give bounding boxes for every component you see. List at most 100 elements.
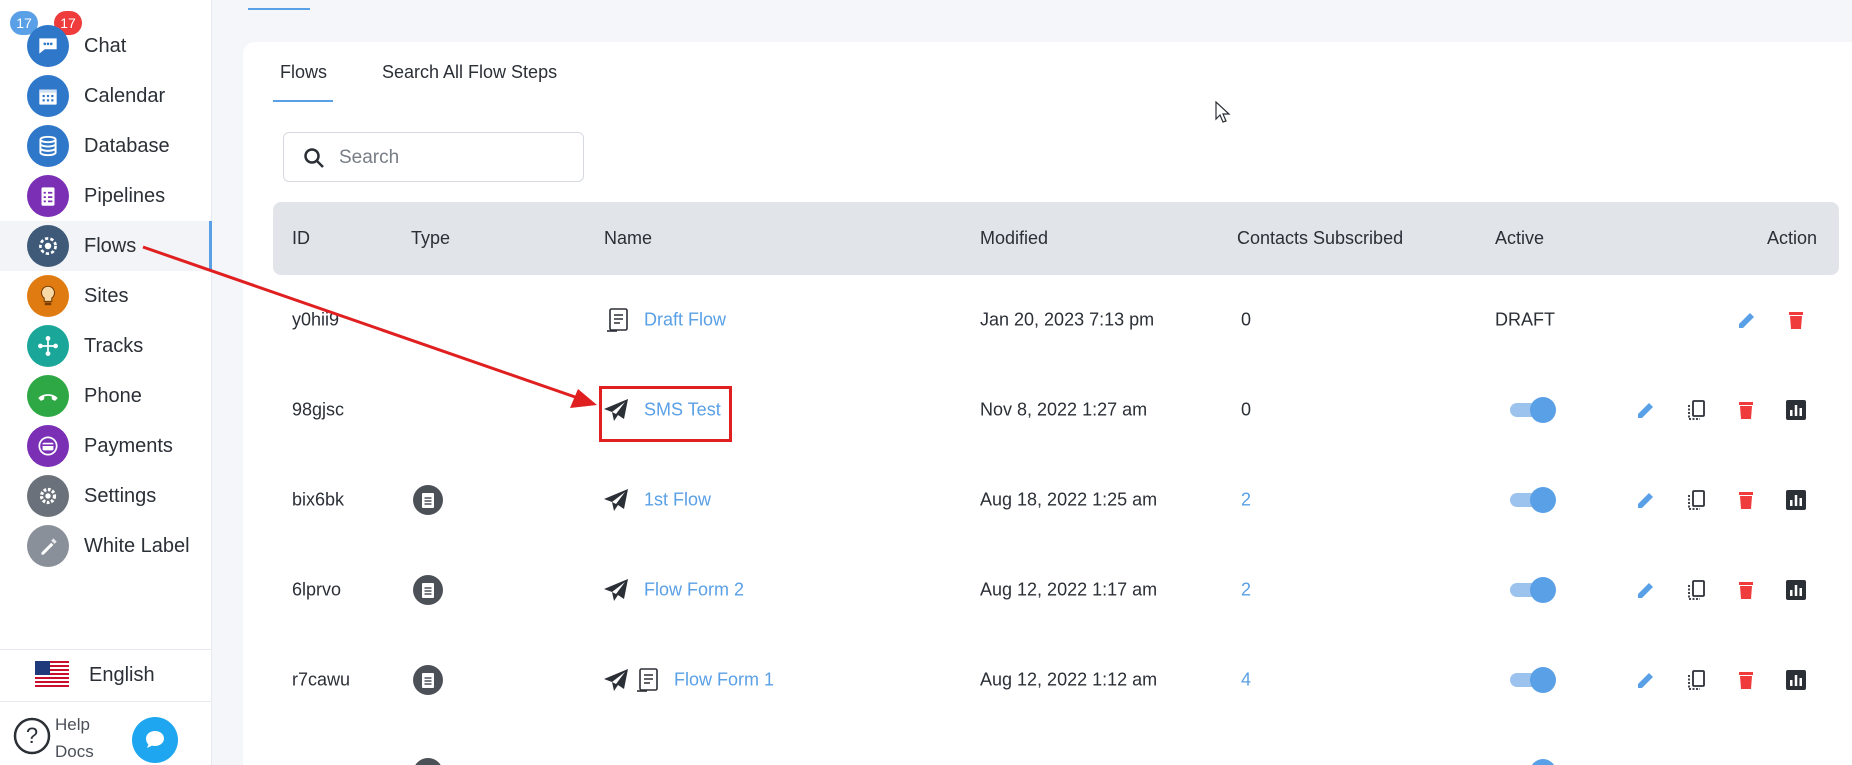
duplicate-button[interactable] [1683,577,1709,603]
modified-date: Aug 12, 2022 1:17 am [980,579,1158,600]
column-header-active[interactable]: Active [1495,228,1544,249]
edit-button[interactable] [1734,307,1760,333]
trash-icon [1739,402,1753,419]
sidebar-item-flows[interactable]: Flows [0,221,212,271]
flow-name-link[interactable]: Draft Flow [644,310,726,331]
stats-button[interactable] [1783,577,1809,603]
search-field[interactable] [283,132,584,182]
stats-button[interactable] [1783,397,1809,423]
active-toggle [1530,759,1556,765]
send-icon [604,579,628,601]
table-row: 6lprvo Flow Form 2 Aug 12, 2022 1:17 am … [273,545,1839,635]
delete-button[interactable] [1733,667,1759,693]
modified-date: Nov 8, 2022 1:27 am [980,399,1148,420]
sidebar-item-label: Sites [84,284,129,307]
delete-button[interactable] [1733,487,1759,513]
chat-launcher-button[interactable] [132,717,178,763]
column-header-id[interactable]: ID [292,228,310,249]
pencil-icon [1638,493,1653,508]
contacts-subscribed-link[interactable]: 4 [1241,670,1251,691]
delete-button[interactable] [1783,307,1809,333]
pencil-icon [1638,403,1653,418]
active-tab-underline [273,100,333,102]
form-type-icon [413,485,443,515]
settings-icon [27,475,69,517]
sidebar-item-database[interactable]: Database [0,121,212,171]
sidebar-item-label: Chat [84,34,127,57]
help-label: Help [55,715,90,734]
contacts-subscribed-link[interactable]: 2 [1241,490,1251,511]
form-type-icon [413,575,443,605]
send-icon [604,489,628,511]
active-toggle[interactable] [1510,487,1556,513]
flow-name-link[interactable]: Flow Form 1 [674,670,774,691]
flow-id: bix6bk [292,489,345,510]
table-row: r7cawu Flow Form 1 Aug 12, 2022 1:12 am … [273,635,1839,725]
contacts-subscribed: 0 [1241,399,1252,420]
sidebar-item-label: Settings [84,484,157,507]
flow-name-link[interactable]: Flow Form 2 [644,580,744,601]
edit-button[interactable] [1633,577,1659,603]
sidebar-item-label: Calendar [84,84,166,107]
table-row: bix6bk 1st Flow Aug 18, 2022 1:25 am 2 [273,455,1839,545]
flow-name-link[interactable]: 1st Flow [644,490,711,511]
sidebar-item-sites[interactable]: Sites [0,271,212,321]
bar-chart-icon [1786,400,1806,420]
sidebar-item-calendar[interactable]: Calendar [0,71,212,121]
copy-icon [1688,670,1705,690]
sidebar-item-tracks[interactable]: Tracks [0,321,212,371]
delete-button[interactable] [1733,577,1759,603]
flows-icon [27,225,69,267]
edit-button[interactable] [1633,667,1659,693]
phone-icon [27,375,69,417]
trash-icon [1739,672,1753,689]
duplicate-button[interactable] [1683,397,1709,423]
sidebar-item-white-label[interactable]: White Label [0,521,212,571]
table-row: y0hii9 Draft Flow Jan 20, 2023 7:13 pm 0… [273,275,1839,365]
column-header-modified[interactable]: Modified [980,228,1048,249]
duplicate-button[interactable] [1683,487,1709,513]
stats-button[interactable] [1783,667,1809,693]
stats-button[interactable] [1783,487,1809,513]
edit-button[interactable] [1633,397,1659,423]
pencil-icon [1638,673,1653,688]
sidebar-item-pipelines[interactable]: Pipelines [0,171,212,221]
form-icon [607,308,628,332]
column-header-action[interactable]: Action [1767,228,1817,249]
sidebar-item-label: White Label [84,534,190,557]
modified-date: Aug 12, 2022 1:12 am [980,669,1158,690]
draft-status: DRAFT [1495,309,1555,330]
top-tab-indicator [248,8,310,10]
contacts-subscribed-link[interactable]: 2 [1241,580,1251,601]
contacts-subscribed: 0 [1241,309,1252,330]
sidebar-item-label: Tracks [84,334,144,357]
active-toggle[interactable] [1510,577,1556,603]
send-icon [604,669,628,691]
pipelines-icon [27,175,69,217]
flow-id: y0hii9 [292,309,340,330]
column-header-name[interactable]: Name [604,228,652,249]
trash-icon [1739,582,1753,599]
sidebar-item-label: Database [84,134,170,157]
chat-bubble-icon [146,731,164,748]
tab-flows[interactable]: Flows [280,62,327,83]
search-input[interactable] [339,145,569,171]
pencil-icon [1739,313,1754,328]
duplicate-button[interactable] [1683,667,1709,693]
sidebar-item-settings[interactable]: Settings [0,471,212,521]
pencil-icon [1638,583,1653,598]
active-toggle[interactable] [1510,667,1556,693]
delete-button[interactable] [1733,397,1759,423]
column-header-type[interactable]: Type [411,228,450,249]
sidebar-item-payments[interactable]: Payments [0,421,212,471]
tab-search-all-flow-steps[interactable]: Search All Flow Steps [382,62,557,83]
sidebar-item-label: Flows [84,234,137,257]
column-header-contacts-subscribed[interactable]: Contacts Subscribed [1237,228,1403,249]
edit-button[interactable] [1633,487,1659,513]
sidebar-item-chat[interactable]: Chat [0,21,212,71]
sites-icon [27,275,69,317]
help-docs[interactable]: ? Help Docs [0,701,212,765]
active-toggle[interactable] [1510,397,1556,423]
language-selector[interactable]: English [0,649,212,701]
sidebar-item-phone[interactable]: Phone [0,371,212,421]
